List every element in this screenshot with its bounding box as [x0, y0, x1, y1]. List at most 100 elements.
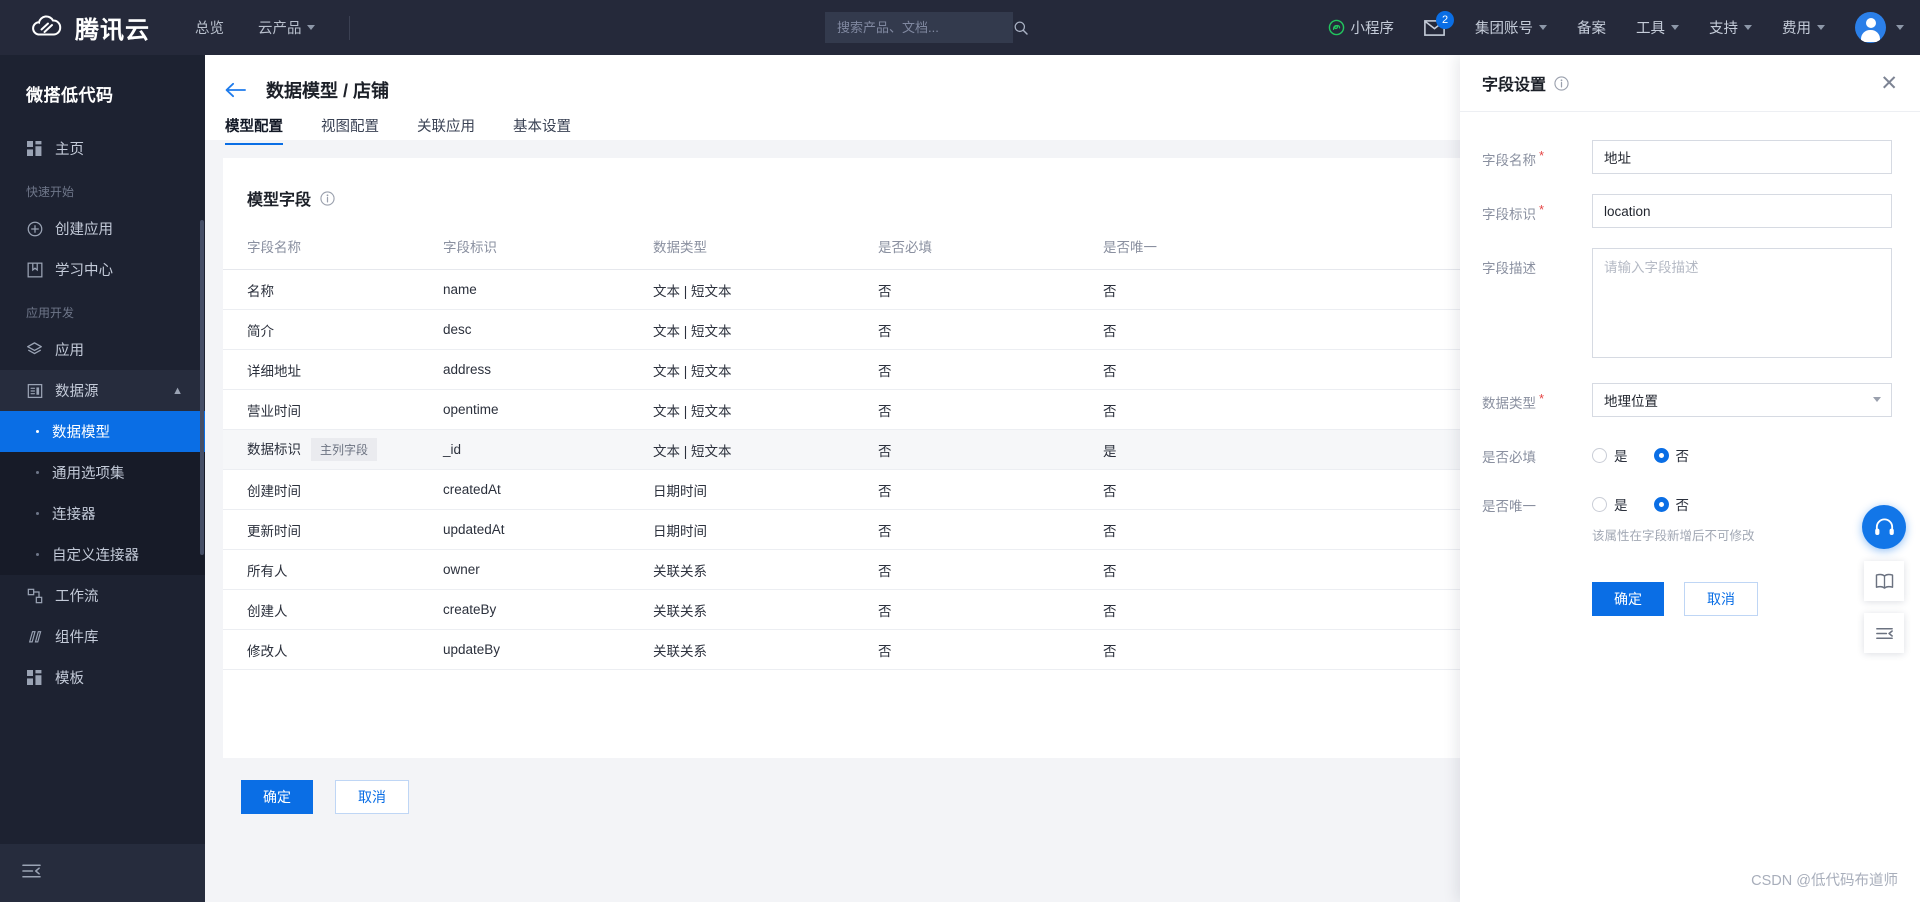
cell-required: 否 — [878, 269, 1103, 310]
panel-confirm-button[interactable]: 确定 — [1592, 582, 1664, 616]
search-input[interactable] — [837, 20, 1013, 35]
label-is-required: 是否必填 — [1482, 437, 1592, 466]
form-row-field-name: 字段名称 * — [1482, 140, 1892, 174]
sidebar-item-data-model[interactable]: 数据模型 — [0, 411, 205, 452]
sidebar-item-workflow[interactable]: 工作流 — [0, 575, 205, 616]
back-arrow-icon[interactable] — [225, 82, 246, 98]
cell-required: 否 — [878, 349, 1103, 390]
sidebar-title: 微搭低代码 — [26, 86, 114, 105]
label-field-name: 字段名称 * — [1482, 140, 1592, 174]
topnav-item-overview[interactable]: 总览 — [195, 17, 224, 38]
field-key-input[interactable] — [1592, 194, 1892, 228]
cell-field-name: 修改人 — [223, 629, 443, 670]
topbar-item-messages[interactable]: 2 — [1424, 10, 1454, 36]
sidebar-item-component-library[interactable]: 组件库 — [0, 616, 205, 657]
search-icon[interactable] — [1013, 20, 1029, 36]
avatar[interactable] — [1855, 12, 1886, 43]
sidebar-scrollbar[interactable] — [200, 220, 204, 555]
sidebar-item-option-sets[interactable]: 通用选项集 — [0, 452, 205, 493]
cell-required: 否 — [878, 589, 1103, 630]
chevron-up-icon[interactable]: ▲ — [172, 385, 183, 397]
book-open-icon — [1875, 573, 1893, 589]
confirm-button[interactable]: 确定 — [241, 780, 313, 814]
label-is-unique: 是否唯一 — [1482, 486, 1592, 515]
topbar-item-group-account[interactable]: 集团账号 — [1475, 17, 1547, 38]
form-row-field-desc: 字段描述 — [1482, 248, 1892, 363]
is-required-radio-no[interactable]: 否 — [1653, 445, 1690, 465]
headset-icon — [1874, 518, 1894, 535]
topbar-item-support[interactable]: 支持 — [1709, 17, 1752, 38]
sidebar-item-label: 工作流 — [55, 589, 99, 605]
info-circle-icon[interactable] — [1554, 75, 1569, 91]
sidebar-item-apps[interactable]: 应用 — [0, 329, 205, 370]
form-row-is-unique: 是否唯一 是 否 — [1482, 486, 1892, 515]
sidebar-item-custom-connectors[interactable]: 自定义连接器 — [0, 534, 205, 575]
cell-field-name: 所有人 — [223, 549, 443, 590]
topbar-right-group: 小程序 2 集团账号 备案 工具 支持 费用 — [1328, 0, 1920, 55]
workflow-icon — [26, 587, 43, 604]
cell-data-type: 文本 | 短文本 — [653, 269, 878, 310]
cell-field-key: address — [443, 349, 653, 390]
field-settings-panel: 字段设置 ✕ 字段名称 * 字段标识 * — [1460, 55, 1920, 902]
field-name-text: 数据标识 — [247, 441, 301, 457]
sidebar-item-learning-center[interactable]: 学习中心 — [0, 249, 205, 290]
sidebar-item-create-app[interactable]: 创建应用 — [0, 208, 205, 249]
sidebar-item-label: 通用选项集 — [52, 466, 125, 482]
sidebar-item-home[interactable]: 主页 — [0, 128, 205, 169]
bullet-icon — [36, 471, 39, 474]
preferences-button[interactable] — [1864, 613, 1904, 653]
cell-field-name: 更新时间 — [223, 509, 443, 550]
panel-cancel-button[interactable]: 取消 — [1684, 582, 1758, 616]
control-field-name — [1592, 140, 1892, 174]
cell-field-key: name — [443, 269, 653, 310]
radio-label: 否 — [1675, 449, 1690, 464]
topbar-item-miniprogram[interactable]: 小程序 — [1328, 17, 1394, 38]
cell-data-type: 文本 | 短文本 — [653, 349, 878, 390]
topbar-item-beian[interactable]: 备案 — [1577, 17, 1606, 38]
plus-circle-icon — [26, 220, 43, 237]
sidebar-item-templates[interactable]: 模板 — [0, 657, 205, 698]
grid-icon — [26, 140, 43, 157]
radio-dot — [1592, 447, 1607, 463]
sidebar-item-label: 创建应用 — [55, 222, 113, 238]
sidebar-item-label: 连接器 — [52, 507, 96, 523]
topbar-item-tools[interactable]: 工具 — [1636, 17, 1679, 38]
card-title: 模型字段 — [247, 192, 312, 209]
chevron-down-icon[interactable] — [1896, 25, 1904, 30]
is-unique-radio-no[interactable]: 否 — [1653, 494, 1689, 514]
collapse-icon[interactable] — [22, 863, 41, 884]
panel-body: 字段名称 * 字段标识 * 字段描述 — [1460, 112, 1920, 616]
control-data-type: 地理位置 — [1592, 383, 1892, 417]
primary-key-badge: 主列字段 — [311, 438, 378, 462]
left-sidebar: 微搭低代码 主页 快速开始 创建应用 学习中心 应用开发 应用 数据源 ▲ 数据… — [0, 55, 205, 902]
label-text: 字段标识 — [1482, 207, 1536, 222]
is-required-radio-yes[interactable]: 是 — [1592, 445, 1628, 465]
sidebar-group-quickstart-label: 快速开始 — [26, 185, 75, 199]
tencent-cloud-logo[interactable]: 腾讯云 — [28, 10, 150, 45]
field-desc-textarea[interactable] — [1592, 248, 1892, 358]
user-menu[interactable] — [1855, 12, 1904, 43]
cell-field-name: 创建时间 — [223, 469, 443, 510]
data-type-select[interactable]: 地理位置 — [1592, 383, 1892, 417]
close-icon[interactable]: ✕ — [1880, 73, 1898, 94]
global-search[interactable] — [825, 12, 1028, 43]
cell-field-key: updateBy — [443, 629, 653, 670]
documentation-button[interactable] — [1864, 561, 1904, 601]
database-icon — [26, 382, 43, 399]
topnav-item-products[interactable]: 云产品 — [258, 17, 315, 38]
sidebar-item-connectors[interactable]: 连接器 — [0, 493, 205, 534]
is-unique-radio-yes[interactable]: 是 — [1592, 494, 1628, 514]
sidebar-item-label: 应用 — [55, 343, 84, 359]
chevron-down-icon[interactable] — [1873, 397, 1881, 402]
cancel-button[interactable]: 取消 — [335, 780, 409, 814]
cell-required: 否 — [878, 389, 1103, 430]
field-name-input[interactable] — [1592, 140, 1892, 174]
support-chat-button[interactable] — [1862, 505, 1906, 549]
chevron-down-icon — [1817, 25, 1825, 30]
data-type-value: 地理位置 — [1604, 394, 1658, 409]
info-circle-icon[interactable] — [320, 190, 335, 206]
topbar-item-billing[interactable]: 费用 — [1782, 17, 1825, 38]
control-is-unique: 是 否 — [1592, 486, 1892, 515]
sidebar-item-datasource[interactable]: 数据源 ▲ — [0, 370, 205, 411]
topnav-label: 总览 — [195, 21, 224, 37]
